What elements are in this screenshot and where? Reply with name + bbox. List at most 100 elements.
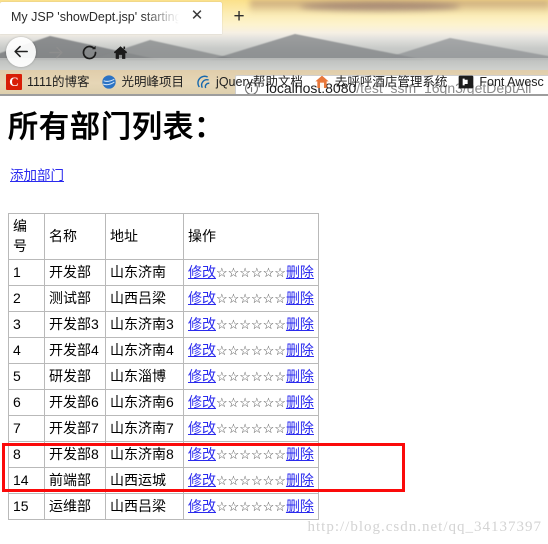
cell-name: 研发部 <box>44 363 106 390</box>
cell-action: 修改☆☆☆☆☆☆删除 <box>183 311 319 338</box>
cell-name: 运维部 <box>44 493 106 520</box>
page-content: 所有部门列表： 添加部门 编号 名称 地址 操作 1 开发部 山东济南 修改☆☆☆☆☆… <box>0 96 548 544</box>
cell-address: 山东济南7 <box>105 415 184 442</box>
table-row: 14 前端部 山西运城 修改☆☆☆☆☆☆删除 <box>8 467 319 494</box>
column-header-address: 地址 <box>105 213 184 260</box>
new-tab-button[interactable]: + <box>228 6 250 28</box>
star-separator: ☆☆☆☆☆☆ <box>216 473 286 488</box>
jquery-icon <box>195 74 211 90</box>
delete-link[interactable]: 删除 <box>286 342 314 358</box>
watermark: http://blog.csdn.net/qq_34137397 <box>307 519 542 535</box>
cell-name: 开发部4 <box>44 337 106 364</box>
cell-id: 7 <box>8 415 45 442</box>
reload-icon <box>76 44 102 61</box>
delete-link[interactable]: 删除 <box>286 446 314 462</box>
cell-address: 山东济南3 <box>105 311 184 338</box>
cell-id: 1 <box>8 259 45 286</box>
edit-link[interactable]: 修改 <box>188 472 216 488</box>
cell-id: 5 <box>8 363 45 390</box>
edit-link[interactable]: 修改 <box>188 394 216 410</box>
edit-link[interactable]: 修改 <box>188 316 216 332</box>
star-separator: ☆☆☆☆☆☆ <box>216 369 286 384</box>
cell-address: 山西运城 <box>105 467 184 494</box>
navigation-toolbar: localhost:8080/test_ssm_16qn3/getDeptAll <box>0 34 548 96</box>
cell-address: 山东淄博 <box>105 363 184 390</box>
cell-action: 修改☆☆☆☆☆☆删除 <box>183 415 319 442</box>
bookmark-item-csdn-blog[interactable]: C 1111的博客 <box>6 74 90 90</box>
delete-link[interactable]: 删除 <box>286 420 314 436</box>
back-button[interactable] <box>6 37 36 67</box>
edit-link[interactable]: 修改 <box>188 368 216 384</box>
bookmark-label: jQuery帮助文档 <box>216 75 303 89</box>
home-button[interactable] <box>107 39 133 65</box>
delete-link[interactable]: 删除 <box>286 368 314 384</box>
cell-address: 山东济南 <box>105 259 184 286</box>
cell-action: 修改☆☆☆☆☆☆删除 <box>183 493 319 520</box>
cell-id: 14 <box>8 467 45 494</box>
table-row: 4 开发部4 山东济南4 修改☆☆☆☆☆☆删除 <box>8 337 319 364</box>
cell-id: 8 <box>8 441 45 468</box>
delete-link[interactable]: 删除 <box>286 264 314 280</box>
arrow-right-icon <box>42 44 68 61</box>
bookmarks-bar: C 1111的博客 光明峰项目 jQuery帮助文档 去呼呼酒店管理系统 Fon… <box>0 70 548 94</box>
cell-name: 开发部7 <box>44 415 106 442</box>
table-row: 6 开发部6 山东济南6 修改☆☆☆☆☆☆删除 <box>8 389 319 416</box>
cell-id: 15 <box>8 493 45 520</box>
bookmark-label: Font Awesc <box>479 75 544 89</box>
reload-button[interactable] <box>76 39 102 65</box>
edit-link[interactable]: 修改 <box>188 290 216 306</box>
table-row: 2 测试部 山西吕梁 修改☆☆☆☆☆☆删除 <box>8 285 319 312</box>
star-separator: ☆☆☆☆☆☆ <box>216 447 286 462</box>
department-table: 编号 名称 地址 操作 1 开发部 山东济南 修改☆☆☆☆☆☆删除 2 测试部 山西吕梁 修改… <box>8 213 319 520</box>
delete-link[interactable]: 删除 <box>286 394 314 410</box>
cell-action: 修改☆☆☆☆☆☆删除 <box>183 285 319 312</box>
edit-link[interactable]: 修改 <box>188 498 216 514</box>
table-header-row: 编号 名称 地址 操作 <box>8 213 319 260</box>
delete-link[interactable]: 删除 <box>286 290 314 306</box>
table-row: 8 开发部8 山东济南8 修改☆☆☆☆☆☆删除 <box>8 441 319 468</box>
edit-link[interactable]: 修改 <box>188 420 216 436</box>
edit-link[interactable]: 修改 <box>188 446 216 462</box>
delete-link[interactable]: 删除 <box>286 498 314 514</box>
cell-name: 前端部 <box>44 467 106 494</box>
delete-link[interactable]: 删除 <box>286 472 314 488</box>
table-row: 15 运维部 山西吕梁 修改☆☆☆☆☆☆删除 <box>8 493 319 520</box>
cell-address: 山东济南8 <box>105 441 184 468</box>
cell-action: 修改☆☆☆☆☆☆删除 <box>183 363 319 390</box>
cell-id: 4 <box>8 337 45 364</box>
browser-chrome: My JSP 'showDept.jsp' starting p ✕ + loc… <box>0 0 548 96</box>
table-body: 1 开发部 山东济南 修改☆☆☆☆☆☆删除 2 测试部 山西吕梁 修改☆☆☆☆☆☆删除 3 开发部… <box>8 259 319 520</box>
bookmark-item-guangmingfeng[interactable]: 光明峰项目 <box>101 74 185 90</box>
cell-id: 6 <box>8 389 45 416</box>
column-header-action: 操作 <box>183 213 319 260</box>
edit-link[interactable]: 修改 <box>188 342 216 358</box>
edit-link[interactable]: 修改 <box>188 264 216 280</box>
column-header-id: 编号 <box>8 213 45 260</box>
cell-address: 山东济南6 <box>105 389 184 416</box>
home-icon <box>107 44 133 61</box>
cell-name: 开发部3 <box>44 311 106 338</box>
cell-id: 3 <box>8 311 45 338</box>
screenshot-root: My JSP 'showDept.jsp' starting p ✕ + loc… <box>0 0 548 544</box>
bookmark-item-hotel-system[interactable]: 去呼呼酒店管理系统 <box>314 74 447 90</box>
tab-close-icon[interactable]: ✕ <box>188 7 206 25</box>
delete-link[interactable]: 删除 <box>286 316 314 332</box>
table-row: 1 开发部 山东济南 修改☆☆☆☆☆☆删除 <box>8 259 319 286</box>
table-head: 编号 名称 地址 操作 <box>8 213 319 260</box>
cell-address: 山西吕梁 <box>105 285 184 312</box>
star-separator: ☆☆☆☆☆☆ <box>216 265 286 280</box>
globe-icon <box>101 74 117 90</box>
bookmark-label: 1111的博客 <box>27 75 90 89</box>
add-department-link[interactable]: 添加部门 <box>10 164 64 184</box>
bookmark-item-font-awesome[interactable]: Font Awesc <box>458 74 544 90</box>
bookmark-item-jquery-docs[interactable]: jQuery帮助文档 <box>195 74 303 90</box>
column-header-name: 名称 <box>44 213 106 260</box>
forward-button[interactable] <box>42 39 68 65</box>
star-separator: ☆☆☆☆☆☆ <box>216 421 286 436</box>
cell-name: 测试部 <box>44 285 106 312</box>
star-separator: ☆☆☆☆☆☆ <box>216 317 286 332</box>
cell-name: 开发部6 <box>44 389 106 416</box>
bookmark-label: 光明峰项目 <box>121 75 185 89</box>
arrow-left-icon <box>6 43 36 60</box>
table-row: 5 研发部 山东淄博 修改☆☆☆☆☆☆删除 <box>8 363 319 390</box>
